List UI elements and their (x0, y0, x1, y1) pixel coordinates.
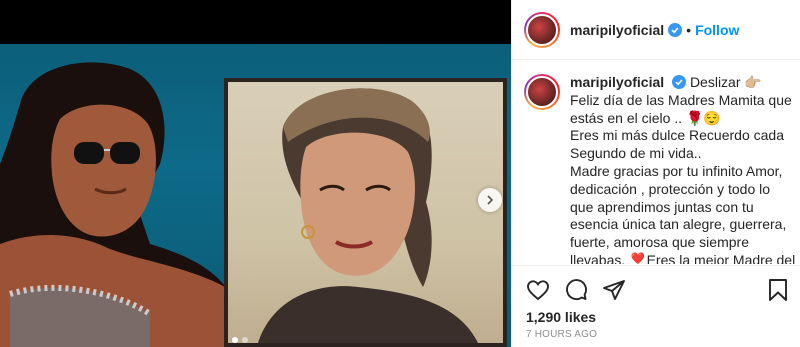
framed-portrait (258, 88, 478, 343)
likes-count[interactable]: 1,290 likes (526, 309, 596, 325)
caption-line: Deslizar 👉🏼 (689, 74, 762, 90)
framed-photo (224, 78, 507, 347)
carousel-dot-active (232, 337, 238, 343)
post-header: maripilyoficial • Follow (512, 0, 800, 60)
save-button[interactable] (767, 278, 789, 307)
heart-icon (527, 280, 549, 301)
username-link[interactable]: maripilyoficial (570, 22, 664, 38)
caption-line: Eres mi más dulce Recuerdo cada Segundo … (570, 127, 784, 162)
share-button[interactable] (602, 278, 626, 307)
comment-icon (566, 279, 587, 301)
share-icon (603, 280, 625, 300)
caption-avatar[interactable] (524, 74, 560, 110)
separator-dot: • (686, 21, 692, 38)
caption-line: Feliz día de las Madres Mamita que estás… (570, 91, 792, 126)
like-button[interactable] (526, 278, 550, 307)
next-slide-button[interactable] (478, 188, 502, 212)
caption-text: maripilyoficial Deslizar 👉🏼 Feliz día de… (570, 74, 796, 264)
comment-button[interactable] (564, 278, 588, 307)
post-timestamp[interactable]: 7 HOURS AGO (526, 329, 597, 340)
follow-button[interactable]: Follow (695, 22, 739, 38)
avatar[interactable] (524, 11, 560, 48)
chevron-right-icon (487, 195, 494, 205)
verified-badge-icon (668, 22, 683, 37)
bookmark-icon (769, 279, 787, 301)
post-actions: 1,290 likes 7 HOURS AGO (512, 265, 800, 347)
instagram-post: maripilyoficial • Follow maripilyoficial… (0, 0, 800, 347)
post-side-panel: maripilyoficial • Follow maripilyoficial… (511, 0, 800, 347)
post-media-carousel[interactable] (0, 0, 511, 347)
caption-comment: maripilyoficial Deslizar 👉🏼 Feliz día de… (524, 74, 796, 264)
caption-username[interactable]: maripilyoficial (570, 74, 664, 90)
carousel-dot (242, 337, 248, 343)
verified-badge-icon (672, 75, 687, 89)
carousel-indicator (232, 337, 248, 343)
caption-line: Madre gracias por tu infinito Amor, dedi… (570, 162, 796, 264)
action-buttons (526, 278, 626, 307)
